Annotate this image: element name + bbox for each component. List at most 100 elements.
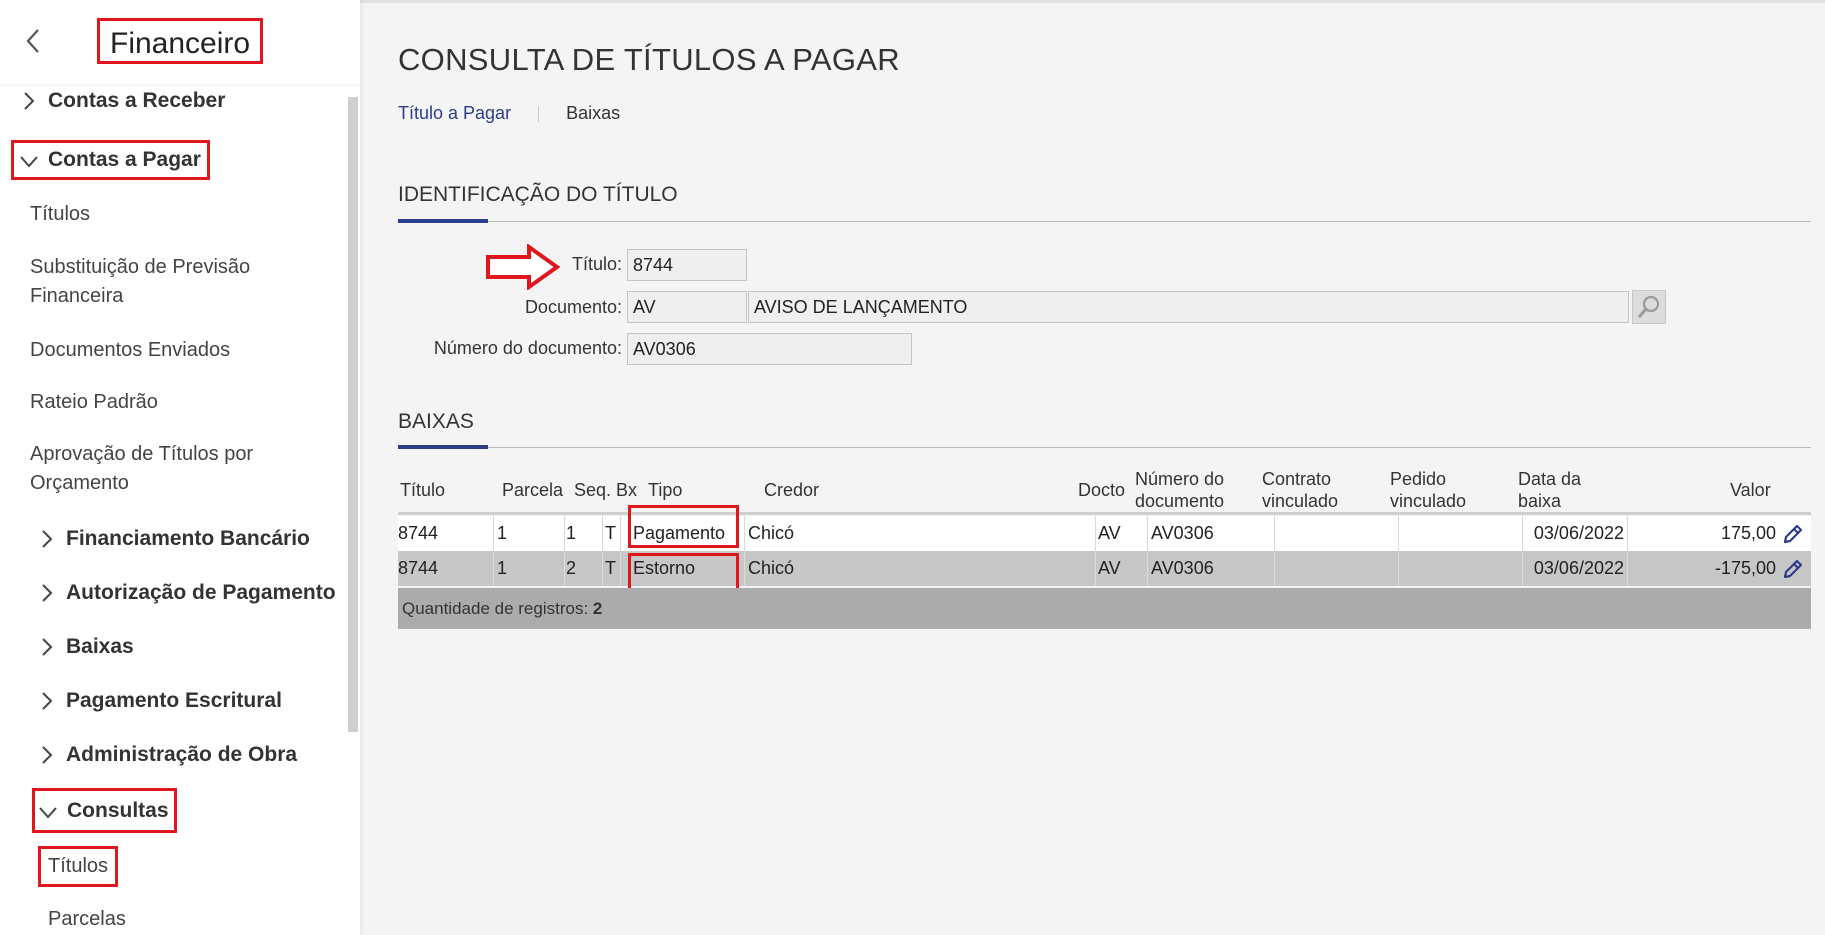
sidebar-item-contas-a-pagar[interactable]: Contas a Pagar <box>11 140 210 180</box>
table-footer: Quantidade de registros: 2 <box>398 588 1811 629</box>
chevron-down-icon <box>18 149 40 171</box>
col-header-credor[interactable]: Credor <box>764 479 819 501</box>
cell-parcela: 1 <box>497 523 508 543</box>
col-header-line: vinculado <box>1262 491 1339 511</box>
titulo-label: Título: <box>571 254 622 274</box>
cell-divider <box>1274 516 1275 551</box>
tab-baixas[interactable]: Baixas <box>566 103 620 124</box>
sidebar-scrollbar[interactable] <box>348 97 358 732</box>
cell-divider <box>564 551 565 586</box>
cell-divider <box>564 516 565 551</box>
cell-data: 03/06/2022 <box>1533 558 1624 578</box>
edit-pencil-icon[interactable] <box>1781 522 1805 546</box>
numero-documento-label: Número do documento: <box>433 338 622 358</box>
tab-titulo-a-pagar[interactable]: Título a Pagar <box>398 103 511 124</box>
sidebar-item-substituicao-previsao[interactable]: Substituição de Previsão Financeira <box>30 253 310 311</box>
sidebar-item-label: Baixas <box>66 635 134 658</box>
sidebar-header: Financeiro <box>0 0 360 84</box>
table-row[interactable]: 8744 1 1 T Pagamento Chicó AV AV0306 03/… <box>398 516 1811 551</box>
sidebar-item-label: Contas a Pagar <box>48 148 201 171</box>
chevron-right-icon <box>36 582 58 604</box>
sidebar-item-label: Administração de Obra <box>66 743 298 766</box>
sidebar-item-aprovacao-titulos[interactable]: Aprovação de Títulos por Orçamento <box>30 440 310 498</box>
sidebar-item-financiamento-bancario[interactable]: Financiamento Bancário <box>36 527 310 551</box>
sidebar-item-label: Contas a Receber <box>48 89 226 112</box>
record-count-value: 2 <box>592 599 603 618</box>
cell-numero: AV0306 <box>1151 523 1214 543</box>
cell-divider <box>1627 516 1628 551</box>
search-button[interactable] <box>1632 290 1666 324</box>
table-header-divider <box>398 512 1811 515</box>
col-header-contrato-vinculado[interactable]: Contrato vinculado <box>1262 468 1338 512</box>
cell-divider <box>744 516 745 551</box>
cell-seq: 2 <box>566 558 577 578</box>
sidebar-item-label: Financiamento Bancário <box>66 527 310 550</box>
cell-divider <box>1398 516 1399 551</box>
titulo-field[interactable]: 8744 <box>627 249 747 281</box>
col-header-titulo[interactable]: Título <box>400 479 445 501</box>
cell-docto: AV <box>1098 523 1121 543</box>
sidebar-item-titulos[interactable]: Títulos <box>30 200 90 229</box>
cell-divider <box>602 516 603 551</box>
sidebar-item-administracao-obra[interactable]: Administração de Obra <box>36 743 297 767</box>
sidebar-item-contas-a-receber[interactable]: Contas a Receber <box>18 89 225 113</box>
cell-divider <box>1095 551 1096 586</box>
cell-divider <box>602 551 603 586</box>
sidebar-title: Financeiro <box>97 18 264 64</box>
chevron-left-icon[interactable] <box>22 26 46 56</box>
table-row[interactable]: 8744 1 2 T Estorno Chicó AV AV0306 03/06… <box>398 551 1811 586</box>
sidebar-item-documentos-enviados[interactable]: Documentos Enviados <box>30 336 230 365</box>
cell-valor: -175,00 <box>1714 558 1776 578</box>
numero-documento-field[interactable]: AV0306 <box>627 333 912 365</box>
edit-pencil-icon[interactable] <box>1781 557 1805 581</box>
chevron-right-icon <box>18 90 40 112</box>
cell-divider <box>1522 551 1523 586</box>
col-header-line: Número do <box>1135 469 1225 489</box>
chevron-down-icon <box>37 800 59 822</box>
col-header-bx[interactable]: Bx <box>616 479 637 501</box>
section-title-identificacao: IDENTIFICAÇÃO DO TÍTULO <box>398 183 678 206</box>
tab-divider <box>538 105 540 122</box>
cell-data: 03/06/2022 <box>1533 523 1624 543</box>
sidebar-item-parcelas[interactable]: Parcelas <box>48 905 126 934</box>
col-header-pedido-vinculado[interactable]: Pedido vinculado <box>1390 468 1466 512</box>
cell-divider <box>1398 551 1399 586</box>
highlight-box-tipo-estorno <box>628 553 739 591</box>
col-header-line: vinculado <box>1390 491 1467 511</box>
documento-code-field[interactable]: AV <box>627 291 747 323</box>
col-header-tipo[interactable]: Tipo <box>648 479 682 501</box>
section-divider <box>398 221 1811 222</box>
sidebar-item-pagamento-escritural[interactable]: Pagamento Escritural <box>36 689 282 713</box>
cell-docto: AV <box>1098 558 1121 578</box>
cell-credor: Chicó <box>748 523 795 543</box>
cell-numero: AV0306 <box>1151 558 1214 578</box>
sidebar-item-label: Pagamento Escritural <box>66 689 282 712</box>
cell-divider <box>620 551 621 586</box>
documento-desc-field[interactable]: AVISO DE LANÇAMENTO <box>748 291 1629 323</box>
col-header-data-baixa[interactable]: Data da baixa <box>1518 468 1581 512</box>
sidebar: Financeiro Contas a Receber Contas a Pag… <box>0 0 360 935</box>
col-header-valor[interactable]: Valor <box>1730 479 1771 501</box>
cell-titulo: 8744 <box>398 558 439 578</box>
sidebar-item-autorizacao-pagamento[interactable]: Autorização de Pagamento <box>36 581 336 605</box>
sidebar-item-rateio-padrao[interactable]: Rateio Padrão <box>30 388 158 417</box>
cell-divider <box>1095 516 1096 551</box>
search-icon <box>1637 295 1660 318</box>
col-header-line: Pedido <box>1390 469 1447 489</box>
chevron-right-icon <box>36 690 58 712</box>
col-header-seq[interactable]: Seq. <box>574 479 611 501</box>
cell-parcela: 1 <box>497 558 508 578</box>
sidebar-item-baixas[interactable]: Baixas <box>36 635 134 659</box>
chevron-right-icon <box>36 636 58 658</box>
col-header-parcela[interactable]: Parcela <box>502 479 563 501</box>
sidebar-item-label: Consultas <box>67 798 169 822</box>
cell-valor: 175,00 <box>1720 523 1776 543</box>
col-header-line: Contrato <box>1262 469 1332 489</box>
sidebar-item-consultas[interactable]: Consultas <box>32 788 177 833</box>
col-header-numero-documento[interactable]: Número do documento <box>1135 468 1224 512</box>
col-header-docto[interactable]: Docto <box>1078 479 1125 501</box>
cell-divider <box>1147 516 1148 551</box>
cell-credor: Chicó <box>748 558 795 578</box>
sidebar-item-consultas-titulos[interactable]: Títulos <box>38 846 119 887</box>
cell-bx: T <box>605 558 616 578</box>
